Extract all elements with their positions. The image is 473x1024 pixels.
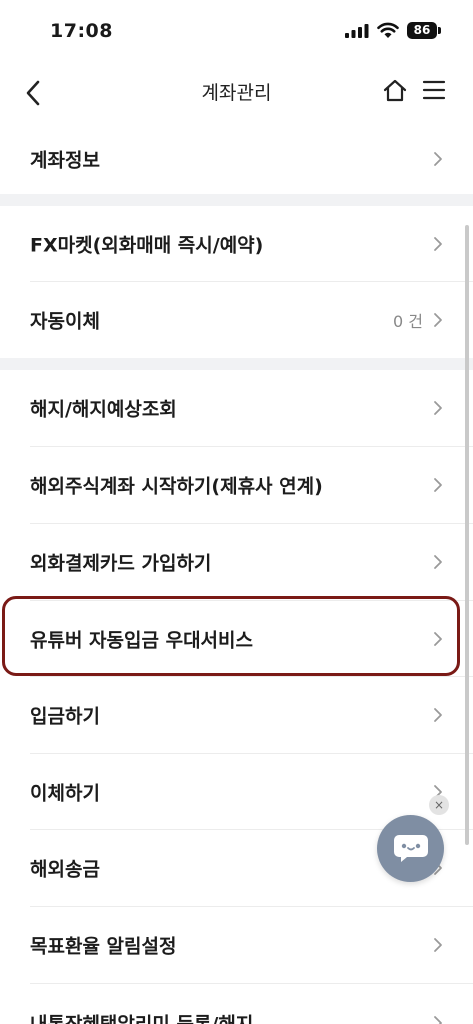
list-item-label: 계좌정보 bbox=[30, 149, 100, 172]
list-item-label: 내통장혜택알리미 등록/해지 bbox=[30, 1013, 254, 1024]
list-item-target-rate-alert[interactable]: 목표환율 알림설정 bbox=[30, 907, 473, 984]
chat-bubble-icon bbox=[394, 835, 428, 862]
auto-transfer-count: 0 건 bbox=[393, 312, 423, 331]
list-item-account-benefit-alert[interactable]: 내통장혜택알리미 등록/해지 bbox=[30, 984, 473, 1024]
list-item-label: 입금하기 bbox=[30, 705, 100, 728]
list-item-label: FX마켓(외화매매 즉시/예약) bbox=[30, 234, 264, 256]
list-item-account-info[interactable]: 계좌정보 bbox=[30, 124, 473, 194]
app-header: 계좌관리 bbox=[0, 62, 473, 124]
menu-list: 계좌정보 FX마켓(외화매매 즉시/예약) 자동이체 0 건 해지/해지예상조회… bbox=[0, 124, 473, 1024]
chevron-right-icon bbox=[434, 401, 442, 415]
chevron-right-icon bbox=[434, 555, 442, 569]
scrollbar[interactable] bbox=[465, 225, 469, 845]
list-item-overseas-stock-account[interactable]: 해외주식계좌 시작하기(제휴사 연계) bbox=[30, 447, 473, 524]
list-item-auto-transfer[interactable]: 자동이체 0 건 bbox=[30, 282, 473, 358]
chevron-right-icon bbox=[434, 152, 442, 166]
list-item-youtuber-deposit-service[interactable]: 유튜버 자동입금 우대서비스 bbox=[30, 601, 473, 677]
status-bar: 17:08 86 bbox=[0, 0, 473, 62]
chevron-right-icon bbox=[434, 631, 442, 646]
chat-close-button[interactable]: × bbox=[429, 795, 449, 815]
list-item-fx-card[interactable]: 외화결제카드 가입하기 bbox=[30, 524, 473, 601]
chatbot-button[interactable] bbox=[377, 815, 444, 882]
chevron-right-icon bbox=[434, 708, 442, 722]
section-divider bbox=[0, 358, 473, 370]
list-item-label: 해외주식계좌 시작하기(제휴사 연계) bbox=[30, 475, 323, 498]
list-item-fx-market[interactable]: FX마켓(외화매매 즉시/예약) bbox=[30, 206, 473, 282]
list-item-cancellation-inquiry[interactable]: 해지/해지예상조회 bbox=[30, 370, 473, 447]
list-item-label: 자동이체 bbox=[30, 310, 100, 333]
home-icon[interactable] bbox=[382, 78, 408, 104]
chevron-right-icon bbox=[434, 313, 442, 327]
list-item-deposit[interactable]: 입금하기 bbox=[30, 677, 473, 754]
chevron-right-icon bbox=[434, 478, 442, 492]
menu-icon[interactable] bbox=[422, 79, 446, 101]
list-item-label: 목표환율 알림설정 bbox=[30, 935, 177, 958]
battery-indicator: 86 bbox=[407, 22, 437, 39]
signal-icon bbox=[345, 24, 369, 38]
chevron-right-icon bbox=[434, 1015, 442, 1024]
chevron-right-icon bbox=[434, 236, 442, 251]
list-item-label: 해외송금 bbox=[30, 858, 100, 881]
chevron-right-icon bbox=[434, 938, 442, 952]
list-item-label: 해지/해지예상조회 bbox=[30, 398, 177, 421]
list-item-label: 이체하기 bbox=[30, 782, 100, 804]
list-item-label: 유튜버 자동입금 우대서비스 bbox=[30, 629, 253, 651]
wifi-icon bbox=[377, 22, 399, 38]
list-item-label: 외화결제카드 가입하기 bbox=[30, 552, 212, 575]
battery-tip bbox=[438, 27, 441, 34]
status-time: 17:08 bbox=[50, 20, 113, 42]
section-divider bbox=[0, 194, 473, 206]
